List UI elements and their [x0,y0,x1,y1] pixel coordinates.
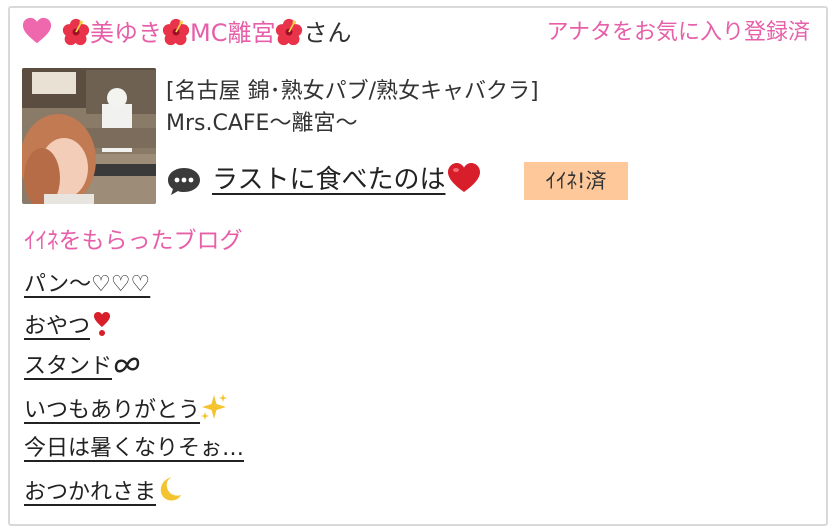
hibiscus-icon [62,18,90,46]
latest-post: ラストに食べたのは ｲｲﾈ!済 [166,160,806,200]
cast-name-part1: 美ゆき [90,19,162,47]
liked-blog-list: パン〜♡♡♡ おやつ スタンド いつもありがとう 今日は暑くなりそぉ… おつかれ… [24,270,244,516]
post-title-text: ラストに食べたのは [212,165,446,195]
exclamation-heart-icon [94,312,111,336]
blog-link-text: スタンド [24,354,113,379]
blog-link-text: おやつ [24,314,91,339]
blog-link[interactable]: いつもありがとう [24,394,228,423]
cast-photo[interactable] [22,68,156,204]
blog-link-text: いつもありがとう [24,398,201,423]
photo-image [22,68,156,204]
crescent-moon-icon [160,477,182,501]
shop-name[interactable]: Mrs.CAFE〜離宮〜 [166,108,539,140]
double-loop-icon [114,357,140,373]
list-item: おやつ [24,311,244,352]
favorite-status-link[interactable]: アナタをお気に入り登録済 [546,18,810,48]
speech-bubble-icon [168,168,200,195]
profile-header: 美ゆき MC離宮 さん アナタをお気に入り登録済 [22,14,822,54]
blog-link-text: パン〜♡♡♡ [24,272,151,297]
hibiscus-icon [276,18,303,46]
post-title-link[interactable]: ラストに食べたのは [212,162,481,198]
shop-category: [名古屋 錦･熟女パブ/熟女キャバクラ] [166,79,539,104]
red-heart-icon [448,163,481,192]
blog-link[interactable]: スタンド [24,354,142,379]
cast-name[interactable]: 美ゆき MC離宮 さん [62,18,351,48]
blog-link[interactable]: 今日は暑くなりそぉ… [24,436,244,461]
blog-link[interactable]: おつかれさま [24,477,182,505]
heart-icon [22,17,52,44]
shop-info: [名古屋 錦･熟女パブ/熟女キャバクラ] Mrs.CAFE〜離宮〜 [166,76,539,140]
name-suffix: さん [303,19,352,47]
hibiscus-icon [162,18,190,46]
sparkles-icon [201,394,228,420]
section-title-liked-blogs: ｲｲﾈをもらったブログ [24,228,243,254]
list-item: いつもありがとう [24,393,244,434]
blog-link-text: おつかれさま [24,480,157,505]
list-item: おつかれさま [24,475,244,516]
blog-link[interactable]: おやつ [24,312,114,339]
list-item: パン〜♡♡♡ [24,270,244,311]
list-item: 今日は暑くなりそぉ… [24,434,244,475]
cast-name-part2: MC離宮 [190,19,276,47]
blog-link[interactable]: パン〜♡♡♡ [24,272,150,297]
liked-badge: ｲｲﾈ!済 [524,162,628,200]
list-item: スタンド [24,352,244,393]
blog-link-text: 今日は暑くなりそぉ… [24,436,245,461]
